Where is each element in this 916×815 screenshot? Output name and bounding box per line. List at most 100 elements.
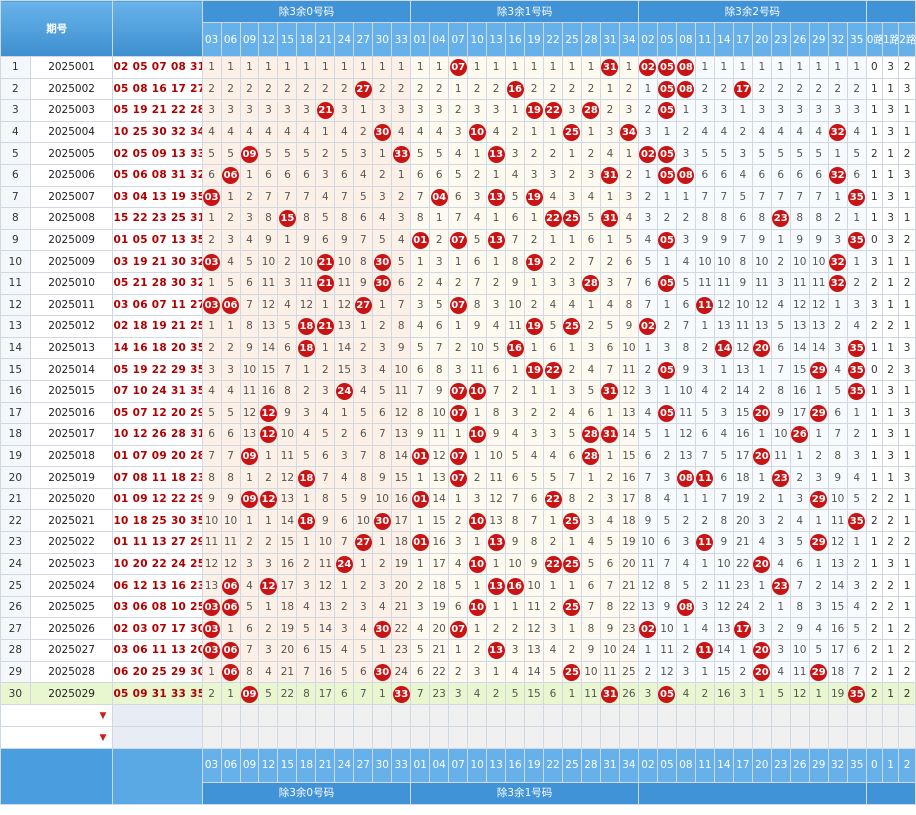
number-cell: 8: [467, 293, 488, 317]
number-cell: 3: [505, 142, 526, 165]
period-select[interactable]: ▼: [0, 703, 114, 727]
miss-count: 1: [492, 61, 500, 74]
number-cell: 2: [751, 487, 772, 511]
dropdown-arrow-icon[interactable]: ▼: [100, 711, 107, 721]
number-cell: 8: [770, 379, 791, 403]
miss-count: 2: [682, 212, 690, 225]
miss-count: 10: [375, 493, 389, 506]
number-cell: 3: [543, 423, 563, 446]
number-cell: 1: [372, 56, 393, 79]
miss-count: 4: [587, 190, 595, 203]
miss-count: 4: [341, 644, 348, 657]
drawn-ball: 06: [222, 577, 240, 595]
miss-count: 5: [246, 255, 253, 268]
miss-count: 1: [834, 61, 842, 74]
miss-count: 2: [492, 687, 500, 700]
number-cell: 2: [543, 77, 563, 101]
road-count: 2: [881, 574, 900, 597]
miss-count: 1: [758, 363, 766, 376]
number-cell: 14: [524, 660, 545, 684]
miss-count: 11: [698, 277, 712, 290]
miss-count: 3: [568, 277, 576, 290]
drawn-ball: 08: [677, 599, 695, 617]
number-cell: 5: [467, 228, 488, 252]
miss-count: 5: [739, 190, 747, 203]
number-cell: 2: [580, 77, 601, 101]
miss-count: 2: [606, 104, 614, 117]
miss-count: 13: [261, 320, 276, 333]
road-count: 2: [881, 509, 900, 533]
miss-count: 22: [432, 665, 446, 678]
number-cell: 1: [827, 142, 848, 165]
number-cell: 7: [372, 423, 393, 446]
miss-count: 1: [796, 449, 804, 462]
number-cell: 20: [751, 444, 772, 468]
miss-count: 1: [777, 493, 785, 506]
number-cell: 10: [713, 552, 734, 576]
col-header-number: 30: [372, 22, 393, 57]
number-cell: 7: [334, 531, 355, 554]
number-cell: 06: [220, 660, 241, 684]
number-cell: 12: [732, 336, 753, 360]
row-period: 2025006: [29, 163, 114, 187]
number-cell: 1: [846, 250, 867, 273]
number-cell: 12: [713, 595, 734, 619]
miss-count: 11: [793, 277, 807, 290]
number-cell: 9: [429, 379, 450, 403]
drawn-ball: 27: [354, 534, 372, 552]
number-cell: 7: [846, 660, 867, 684]
miss-count: 8: [720, 212, 728, 225]
number-cell: 19: [524, 99, 545, 122]
road-count: 1: [898, 595, 916, 619]
number-cell: 1: [258, 444, 279, 468]
miss-count: 7: [284, 190, 291, 203]
number-cell: 1: [808, 379, 829, 403]
drawn-ball: 20: [753, 404, 771, 422]
drawn-ball: 35: [848, 232, 866, 250]
row-index: 8: [0, 207, 31, 230]
period-select[interactable]: ▼: [0, 725, 114, 749]
drawn-ball: 10: [468, 426, 486, 444]
number-cell: 3: [220, 228, 241, 252]
miss-count: 2: [720, 82, 728, 95]
number-cell: 1: [448, 77, 469, 101]
drawn-ball: 24: [335, 555, 353, 573]
number-cell: 1: [448, 250, 469, 273]
footer-col-number: 06: [220, 747, 241, 783]
empty-cell: [410, 725, 431, 749]
miss-count: 3: [587, 169, 595, 182]
miss-count: 2: [454, 665, 462, 678]
miss-count: 7: [701, 190, 709, 203]
miss-count: 20: [280, 644, 295, 657]
number-cell: 7: [410, 185, 431, 209]
number-cell: 24: [334, 379, 355, 403]
miss-count: 3: [208, 363, 215, 376]
table-row: 20 2025019 07 08 11 18 23 8 8 1 2 12 18 7 4 8 9 15 1 13…: [0, 466, 916, 489]
miss-count: 9: [739, 277, 747, 290]
miss-count: 4: [606, 298, 614, 311]
miss-count: 4: [397, 126, 405, 139]
miss-count: 1: [663, 255, 671, 268]
drawn-ball: 05: [658, 275, 676, 293]
number-cell: 4: [561, 293, 582, 317]
miss-count: 1: [454, 82, 462, 95]
number-cell: 23: [770, 574, 791, 597]
number-cell: 1: [638, 77, 658, 101]
empty-cell: [580, 725, 601, 749]
number-cell: 3: [770, 639, 791, 662]
number-cell: 08: [675, 595, 696, 619]
dropdown-arrow-icon[interactable]: ▼: [100, 733, 107, 743]
number-cell: 1: [751, 56, 772, 79]
miss-count: 4: [644, 406, 652, 419]
number-cell: 3: [751, 617, 772, 641]
empty-cell: [898, 703, 916, 727]
number-cell: 35: [846, 228, 867, 252]
miss-count: 6: [454, 190, 462, 203]
number-cell: 13: [239, 423, 260, 446]
miss-count: 8: [663, 579, 671, 592]
number-cell: 4: [846, 466, 867, 489]
number-cell: 2: [467, 639, 488, 662]
number-cell: 1: [296, 358, 317, 381]
number-cell: 12: [258, 423, 279, 446]
miss-count: 1: [492, 255, 500, 268]
